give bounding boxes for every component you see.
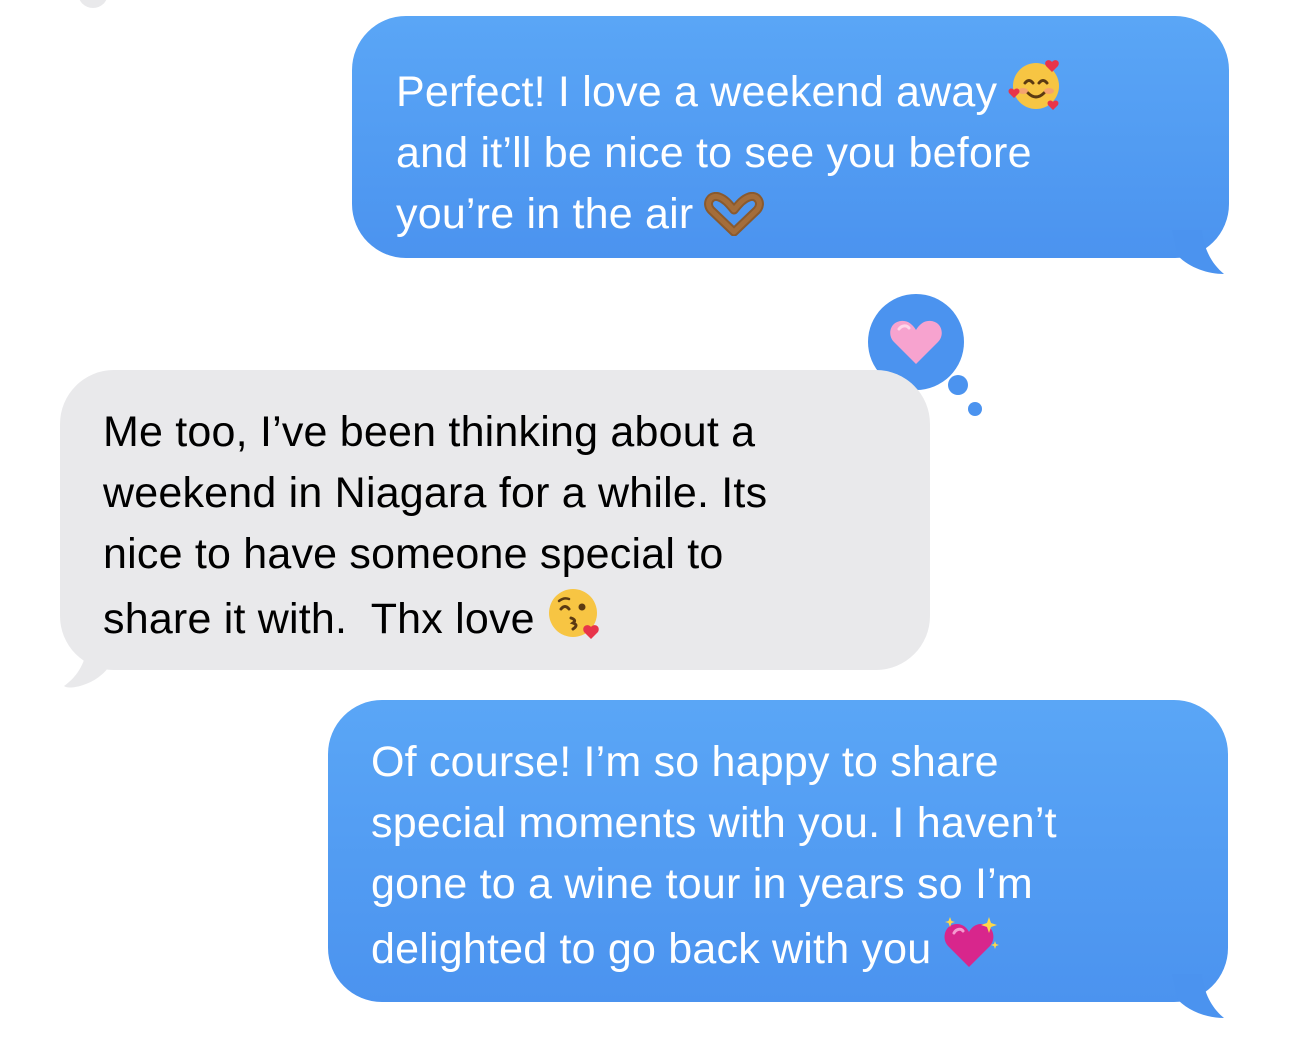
- message-line: delighted to go back with you: [371, 915, 1198, 980]
- smiling-face-with-hearts-icon: [1008, 60, 1060, 110]
- sent-message-bubble[interactable]: Perfect! I love a weekend away and it’ll…: [352, 16, 1229, 258]
- sent-message-bubble[interactable]: Of course! I’m so happy to share special…: [328, 700, 1228, 1002]
- message-line: you’re in the air: [396, 184, 1189, 245]
- previous-bubble-fragment: [78, 0, 108, 8]
- message-line: nice to have someone special to: [103, 530, 724, 578]
- sent-bubble-tail: [1172, 230, 1224, 274]
- received-bubble-tail: [64, 642, 118, 688]
- face-blowing-a-kiss-icon: [548, 589, 599, 639]
- message-line: gone to a wine tour in years so I’m: [371, 860, 1033, 908]
- message-line: special moments with you. I haven’t: [371, 799, 1057, 847]
- message-line: weekend in Niagara for a while. Its: [103, 469, 768, 517]
- message-line: share it with. Thx love: [103, 585, 900, 650]
- received-message-bubble[interactable]: Me too, I’ve been thinking about a weeke…: [60, 370, 930, 670]
- message-line: Perfect! I love a weekend away: [396, 56, 1189, 123]
- message-line: Me too, I’ve been thinking about a: [103, 408, 756, 456]
- sparkling-heart-icon: [944, 917, 1000, 967]
- heart-hands-icon: [704, 192, 765, 236]
- message-line: and it’ll be nice to see you before: [396, 129, 1032, 177]
- sent-bubble-tail: [1172, 974, 1224, 1018]
- message-line: Of course! I’m so happy to share: [371, 738, 999, 786]
